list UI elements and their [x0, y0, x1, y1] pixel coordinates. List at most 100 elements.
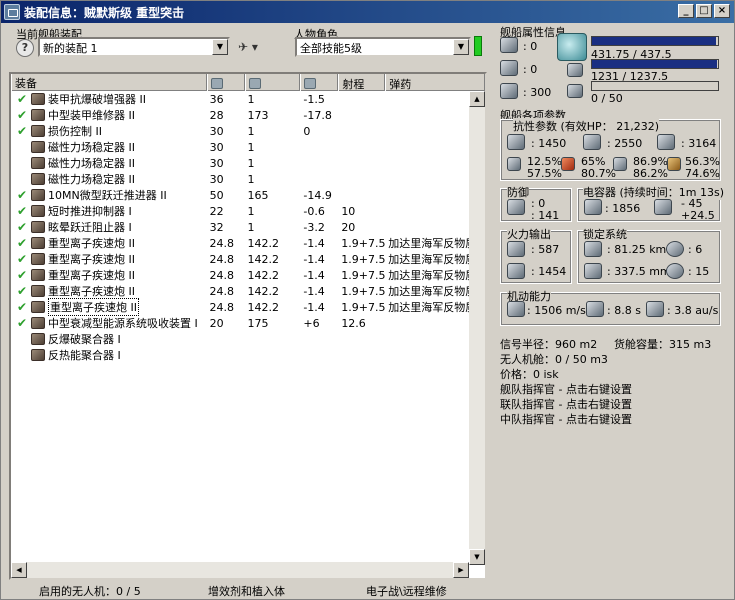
table-row[interactable]: ✔ 中型衰减型能源系统吸收装置 I 20 175 +6 12.6 — [11, 315, 485, 331]
character-select[interactable]: 全部技能5级 ▼ — [295, 37, 471, 57]
table-row[interactable]: ✔ 10MN微型跃迁推进器 II 50 165 -14.9 — [11, 187, 485, 203]
implants-status[interactable]: 增效剂和植入体 — [208, 583, 285, 599]
table-row[interactable]: ✔ 重型离子疾速炮 II 24.8 142.2 -1.4 1.9+7.5 加达里海军反物质轨 — [11, 251, 485, 267]
scroll-up-button[interactable]: ▲ — [469, 91, 485, 107]
module-powergrid: 1 — [247, 204, 255, 218]
module-icon — [31, 285, 45, 297]
module-capacitor: -1.4 — [303, 300, 325, 314]
check-icon[interactable]: ✔ — [15, 300, 29, 314]
check-icon[interactable]: ✔ — [15, 188, 29, 202]
module-capacitor: -14.9 — [303, 188, 332, 202]
powergrid-icon — [248, 77, 261, 89]
column-header-cpu[interactable] — [206, 74, 245, 91]
volley-value: : 1454 — [531, 265, 567, 278]
check-icon[interactable]: ✔ — [15, 236, 29, 250]
table-row[interactable]: ✔ 重型离子疾速炮 II 24.8 142.2 -1.4 1.9+7.5 加达里海军反物质轨 — [11, 283, 485, 299]
lock-range-icon — [584, 241, 602, 257]
lock-range: : 81.25 km — [607, 243, 667, 256]
sensor-strength: : 15 — [688, 265, 710, 278]
vertical-scrollbar[interactable]: ▲ ▼ — [469, 91, 485, 565]
drone-bandwidth-icon — [500, 83, 518, 99]
check-icon[interactable]: ✔ — [15, 252, 29, 266]
wing-booster[interactable]: 联队指挥官 - 点击右键设置 — [500, 396, 632, 412]
scroll-right-button[interactable]: ▶ — [453, 562, 469, 578]
powergrid-bar-fill — [592, 60, 718, 68]
module-cpu: 22 — [209, 204, 224, 218]
module-powergrid: 1 — [247, 220, 255, 234]
module-cell: ✔ 重型离子疾速炮 II — [11, 298, 207, 316]
module-rows: ✔ 装甲抗爆破增强器 II 36 1 -1.5 ✔ 中型装甲维修器 II 28 173 -17.8… — [11, 91, 485, 363]
column-header-range[interactable]: 射程 — [338, 74, 386, 91]
fitting-select[interactable]: 新的装配 1 ▼ — [38, 37, 230, 57]
table-row[interactable]: ✔ 重型离子疾速炮 II 24.8 142.2 -1.4 1.9+7.5 加达里海军反物质轨 — [11, 235, 485, 251]
resist-title-text: 抗性参数 (有效HP： — [513, 120, 613, 133]
check-icon[interactable]: ✔ — [15, 268, 29, 282]
table-row[interactable]: 反热能聚合器 I — [11, 347, 485, 363]
ewar-status[interactable]: 电子战\远程维修 — [366, 583, 447, 599]
column-header-capacitor[interactable] — [300, 74, 339, 91]
table-row[interactable]: ✔ 重型离子疾速炮 II 24.8 142.2 -1.4 1.9+7.5 加达里海军反物质轨 — [11, 298, 485, 316]
cpu-bar — [591, 36, 719, 46]
check-icon[interactable]: ✔ — [15, 92, 29, 106]
scan-resolution: : 337.5 mm — [607, 265, 671, 278]
scan-resolution-icon — [584, 263, 602, 279]
scroll-left-button[interactable]: ◀ — [11, 562, 27, 578]
shield-resist-2: 57.5% — [527, 167, 562, 180]
kinetic-resist-icon — [613, 157, 627, 171]
check-icon[interactable]: ✔ — [15, 316, 29, 330]
module-range: 1.9+7.5 — [341, 252, 386, 266]
table-row[interactable]: 磁性力场稳定器 II 30 1 — [11, 139, 485, 155]
check-icon[interactable]: ✔ — [15, 220, 29, 234]
table-row[interactable]: 反爆破聚合器 I — [11, 331, 485, 347]
table-row[interactable]: ✔ 重型离子疾速炮 II 24.8 142.2 -1.4 1.9+7.5 加达里海军反物质轨 — [11, 267, 485, 283]
defense-title: 防御 — [507, 184, 529, 200]
maximize-button[interactable]: □ — [696, 4, 712, 18]
module-cell: 反热能聚合器 I — [11, 347, 207, 363]
title-bar[interactable]: 装配信息：贼默斯级 重型突击 _ □ × — [1, 1, 734, 23]
module-name: 重型离子疾速炮 II — [48, 285, 135, 298]
launcher-hardpoint-icon — [500, 60, 518, 76]
table-row[interactable]: 磁性力场稳定器 II 30 1 — [11, 155, 485, 171]
status-indicator — [474, 36, 482, 56]
tools-dropdown-icon[interactable]: ✈ ▾ — [238, 40, 258, 54]
window-title: 装配信息：贼默斯级 重型突击 — [24, 5, 185, 20]
volley-icon — [507, 263, 525, 279]
drones-status[interactable]: 启用的无人机：0 / 5 — [39, 583, 141, 599]
scroll-down-button[interactable]: ▼ — [469, 549, 485, 565]
launcher-count: : 0 — [523, 63, 538, 76]
table-row[interactable]: ✔ 中型装甲维修器 II 28 173 -17.8 — [11, 107, 485, 123]
horizontal-scrollbar[interactable]: ◀ ▶ — [11, 562, 469, 578]
table-row[interactable]: ✔ 眩晕跃迁阻止器 I 32 1 -3.2 20 — [11, 219, 485, 235]
module-powergrid: 1 — [247, 92, 255, 106]
module-icon — [31, 333, 45, 345]
table-row[interactable]: ✔ 短时推进抑制器 I 22 1 -0.6 10 — [11, 203, 485, 219]
calibration-icon — [567, 84, 583, 98]
module-cell: ✔ 重型离子疾速炮 II — [11, 267, 207, 283]
module-name: 重型离子疾速炮 II — [48, 253, 135, 266]
shield-hp: : 1450 — [531, 137, 567, 150]
column-header-equipment[interactable]: 装备 — [11, 74, 207, 91]
signature-radius: 信号半径：960 m2 — [500, 338, 598, 351]
squad-booster[interactable]: 中队指挥官 - 点击右键设置 — [500, 411, 632, 427]
close-button[interactable]: × — [714, 4, 730, 18]
table-row[interactable]: ✔ 装甲抗爆破增强器 II 36 1 -1.5 — [11, 91, 485, 107]
module-capacitor: -1.4 — [303, 284, 325, 298]
check-icon[interactable]: ✔ — [15, 204, 29, 218]
check-icon[interactable]: ✔ — [15, 108, 29, 122]
help-icon[interactable]: ? — [16, 39, 34, 57]
column-header-ammo[interactable]: 弹药 — [385, 74, 485, 91]
check-icon[interactable]: ✔ — [15, 284, 29, 298]
module-icon — [31, 253, 45, 265]
module-powergrid: 1 — [247, 172, 255, 186]
fleet-booster[interactable]: 舰队指挥官 - 点击右键设置 — [500, 381, 632, 397]
calibration-bar — [591, 81, 719, 91]
column-header-powergrid[interactable] — [244, 74, 301, 91]
module-list[interactable]: 装备 射程 弹药 ✔ 装甲抗爆破增强器 II 36 1 -1.5 ✔ 中型装甲维修器 II 2… — [9, 72, 487, 580]
check-icon[interactable]: ✔ — [15, 124, 29, 138]
max-speed: : 1506 m/s — [527, 304, 586, 317]
table-row[interactable]: ✔ 损伤控制 II 30 1 0 — [11, 123, 485, 139]
character-select-value: 全部技能5级 — [300, 42, 362, 55]
minimize-button[interactable]: _ — [678, 4, 694, 18]
cpu-bar-fill — [592, 37, 717, 45]
table-row[interactable]: 磁性力场稳定器 II 30 1 — [11, 171, 485, 187]
